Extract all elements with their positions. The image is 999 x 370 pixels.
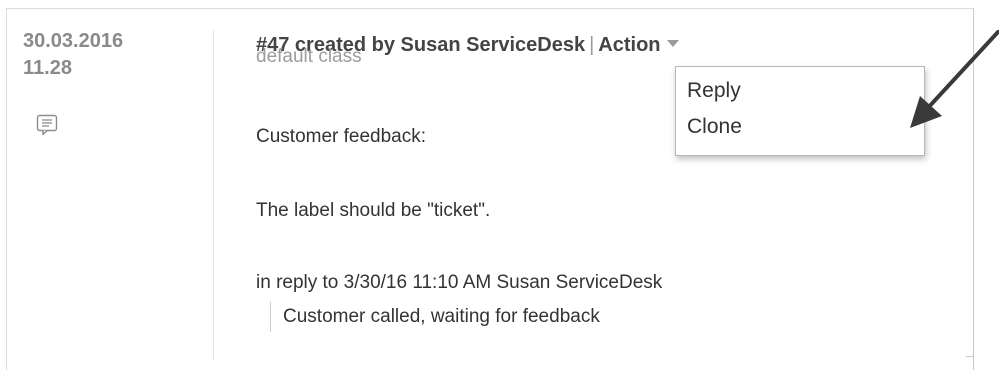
pointer-arrow-icon bbox=[910, 30, 999, 128]
speech-bubble-note-icon bbox=[36, 114, 58, 136]
action-label[interactable]: Action bbox=[598, 34, 660, 56]
entry-date: 30.03.2016 bbox=[23, 30, 124, 52]
quoted-text: Customer called, waiting for feedback bbox=[270, 302, 600, 332]
body-line-2: The label should be "ticket". bbox=[256, 200, 491, 221]
action-dropdown-toggle[interactable]: Action bbox=[598, 34, 679, 56]
column-divider bbox=[213, 30, 214, 360]
header-separator: | bbox=[589, 34, 595, 56]
timestamp-column: 30.03.2016 11.28 bbox=[23, 28, 173, 82]
body-line-1: Customer feedback: bbox=[256, 126, 427, 147]
entry-time: 11.28 bbox=[23, 57, 72, 79]
article-class: default class bbox=[256, 46, 362, 67]
reply-info: in reply to 3/30/16 11:10 AM Susan Servi… bbox=[256, 272, 663, 293]
caret-down-icon[interactable] bbox=[666, 40, 679, 48]
panel-corner-tick bbox=[966, 356, 974, 357]
